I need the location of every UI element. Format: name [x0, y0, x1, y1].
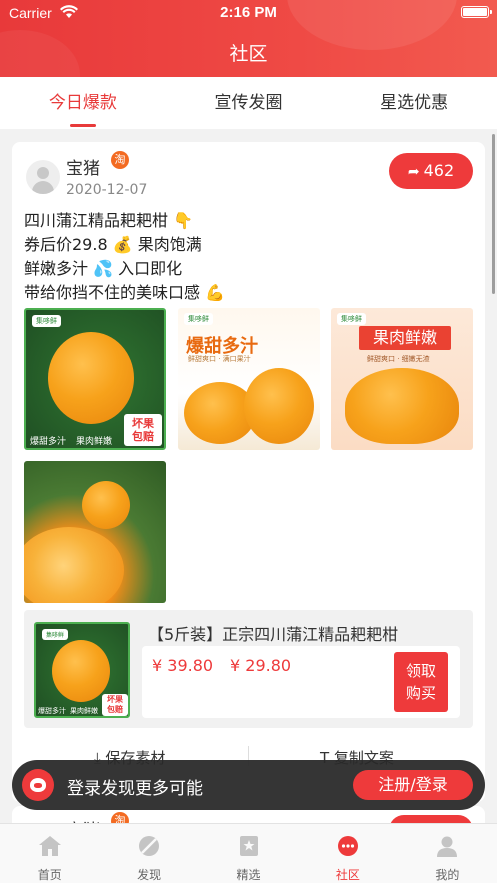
share-count: 462	[423, 161, 455, 180]
image-tag: 果肉鲜嫩	[70, 707, 98, 715]
coupon-price: ¥ 29.80	[230, 656, 292, 675]
post-text: 四川蒲江精品耙耙柑 👇 券后价29.8 💰 果肉饱满 鲜嫩多汁 💦 入口即化 带…	[24, 209, 474, 305]
brand-logo: 集哆鲜	[42, 629, 69, 640]
nav-item-profile[interactable]: 我的	[398, 824, 497, 883]
image-tag: 爆甜多汁	[38, 707, 66, 715]
post-image-2[interactable]: 集哆鲜 爆甜多汁 鲜甜爽口 · 满口果汁	[178, 308, 320, 450]
tab-promotion[interactable]: 宣传发圈	[166, 77, 332, 129]
app-header: Carrier 2:16 PM 社区	[0, 0, 497, 77]
guarantee-badge: 坏果 包赔	[102, 694, 128, 716]
bottom-nav: 首页 发现 精选 社区 我的	[0, 823, 497, 883]
badge-text: 坏果	[132, 417, 154, 430]
badge-text: 包赔	[107, 705, 123, 714]
product-title[interactable]: 【5斤装】正宗四川蒲江精品耙耙柑	[148, 621, 398, 645]
price-panel: ¥ 39.80 ¥ 29.80 领取 购买	[142, 646, 460, 718]
login-banner: 登录发现更多可能 注册/登录	[12, 760, 485, 810]
tab-bar: 今日爆款 宣传发圈 星选优惠	[0, 77, 497, 129]
status-bar: Carrier 2:16 PM	[0, 0, 497, 26]
login-banner-text: 登录发现更多可能	[67, 779, 203, 799]
nav-label: 发现	[137, 868, 162, 882]
featured-icon	[239, 836, 258, 856]
post-username: 宝猪	[66, 159, 100, 179]
nav-label: 社区	[335, 868, 360, 882]
nav-item-home[interactable]: 首页	[0, 824, 99, 883]
brand-logo: 集哆鲜	[337, 313, 366, 325]
post-image-1[interactable]: 集哆鲜 爆甜多汁 果肉鲜嫩 坏果 包赔	[24, 308, 166, 450]
orange-illustration	[52, 640, 110, 702]
image-tag: 果肉鲜嫩	[76, 437, 113, 447]
community-icon	[337, 836, 358, 856]
register-login-button[interactable]: 注册/登录	[353, 770, 473, 800]
badge-text: 包赔	[132, 430, 154, 443]
app-logo-icon	[22, 769, 54, 801]
post-card: 宝猪 淘 2020-12-07 ➦ 462 四川蒲江精品耙耙柑 👇 券后价29.8…	[12, 142, 485, 802]
buy-label: 领取	[405, 662, 436, 680]
page-title: 社区	[229, 43, 268, 65]
orange-illustration	[244, 368, 314, 444]
tab-today-hot[interactable]: 今日爆款	[0, 77, 166, 129]
home-icon	[38, 836, 61, 856]
nav-item-featured[interactable]: 精选	[199, 824, 298, 883]
orange-illustration	[82, 481, 130, 529]
image-tag: 爆甜多汁	[30, 437, 67, 447]
discover-icon	[139, 836, 160, 856]
battery-icon	[461, 6, 492, 18]
post-text-line: 鲜嫩多汁 💦 入口即化	[24, 259, 183, 278]
taobao-badge-icon: 淘	[111, 151, 129, 169]
image-headline: 果肉鲜嫩	[359, 326, 451, 350]
image-subtitle: 鲜甜爽口 · 细嫩无渣	[367, 355, 430, 363]
nav-item-discover[interactable]: 发现	[99, 824, 198, 883]
post-image-3[interactable]: 集哆鲜 果肉鲜嫩 鲜甜爽口 · 细嫩无渣	[331, 308, 473, 450]
original-price: ¥ 39.80	[152, 656, 214, 675]
post-text-line: 四川蒲江精品耙耙柑 👇	[24, 211, 194, 230]
orange-cross-section-illustration	[24, 527, 124, 603]
badge-text: 坏果	[107, 695, 123, 704]
post-image-4[interactable]	[24, 461, 166, 603]
nav-label: 我的	[435, 868, 460, 882]
clock: 2:16 PM	[220, 4, 277, 21]
image-subtitle: 鲜甜爽口 · 满口果汁	[188, 355, 251, 363]
orange-illustration	[48, 332, 134, 424]
post-date: 2020-12-07	[66, 182, 148, 198]
nav-label: 精选	[236, 868, 261, 882]
share-button[interactable]: ➦ 462	[389, 153, 473, 189]
orange-segments-illustration	[345, 368, 459, 444]
post-text-line: 券后价29.8 💰 果肉饱满	[24, 235, 202, 254]
product-box[interactable]: 集哆鲜 爆甜多汁 果肉鲜嫩 坏果 包赔 【5斤装】正宗四川蒲江精品耙耙柑 ¥ 3…	[24, 610, 473, 728]
guarantee-badge: 坏果 包赔	[124, 414, 162, 446]
claim-and-buy-button[interactable]: 领取 购买	[394, 652, 448, 712]
share-arrow-icon: ➦	[407, 164, 420, 180]
buy-label: 购买	[405, 684, 436, 702]
scrollbar[interactable]	[492, 134, 495, 294]
nav-item-community[interactable]: 社区	[298, 824, 397, 883]
post-text-line: 带给你挡不住的美味口感 💪	[24, 283, 226, 302]
nav-label: 首页	[37, 868, 62, 882]
tab-star-deals[interactable]: 星选优惠	[331, 77, 497, 129]
brand-logo: 集哆鲜	[184, 313, 213, 325]
profile-icon	[437, 836, 458, 857]
avatar[interactable]	[26, 160, 60, 194]
brand-logo: 集哆鲜	[32, 315, 61, 327]
product-image[interactable]: 集哆鲜 爆甜多汁 果肉鲜嫩 坏果 包赔	[34, 622, 130, 718]
